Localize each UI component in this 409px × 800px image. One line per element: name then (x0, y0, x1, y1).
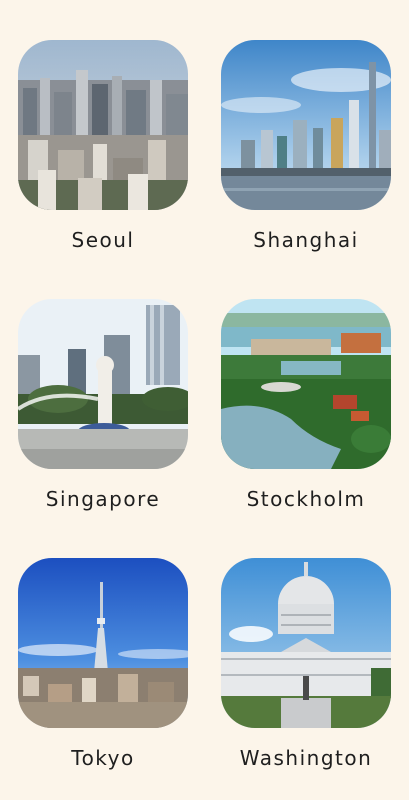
city-label-washington[interactable]: Washington (211, 746, 401, 770)
city-label-stockholm[interactable]: Stockholm (211, 487, 401, 511)
city-label-singapore[interactable]: Singapore (8, 487, 198, 511)
singapore-image (18, 299, 188, 469)
city-label-tokyo[interactable]: Tokyo (8, 746, 198, 770)
tokyo-image (18, 558, 188, 728)
shanghai-image (221, 40, 391, 210)
city-card-seoul[interactable] (18, 40, 188, 210)
seoul-image (18, 40, 188, 210)
city-label-shanghai[interactable]: Shanghai (211, 228, 401, 252)
city-card-stockholm[interactable] (221, 299, 391, 469)
city-card-tokyo[interactable] (18, 558, 188, 728)
city-card-singapore[interactable] (18, 299, 188, 469)
stockholm-image (221, 299, 391, 469)
city-card-washington[interactable] (221, 558, 391, 728)
city-label-seoul[interactable]: Seoul (8, 228, 198, 252)
city-card-shanghai[interactable] (221, 40, 391, 210)
washington-image (221, 558, 391, 728)
